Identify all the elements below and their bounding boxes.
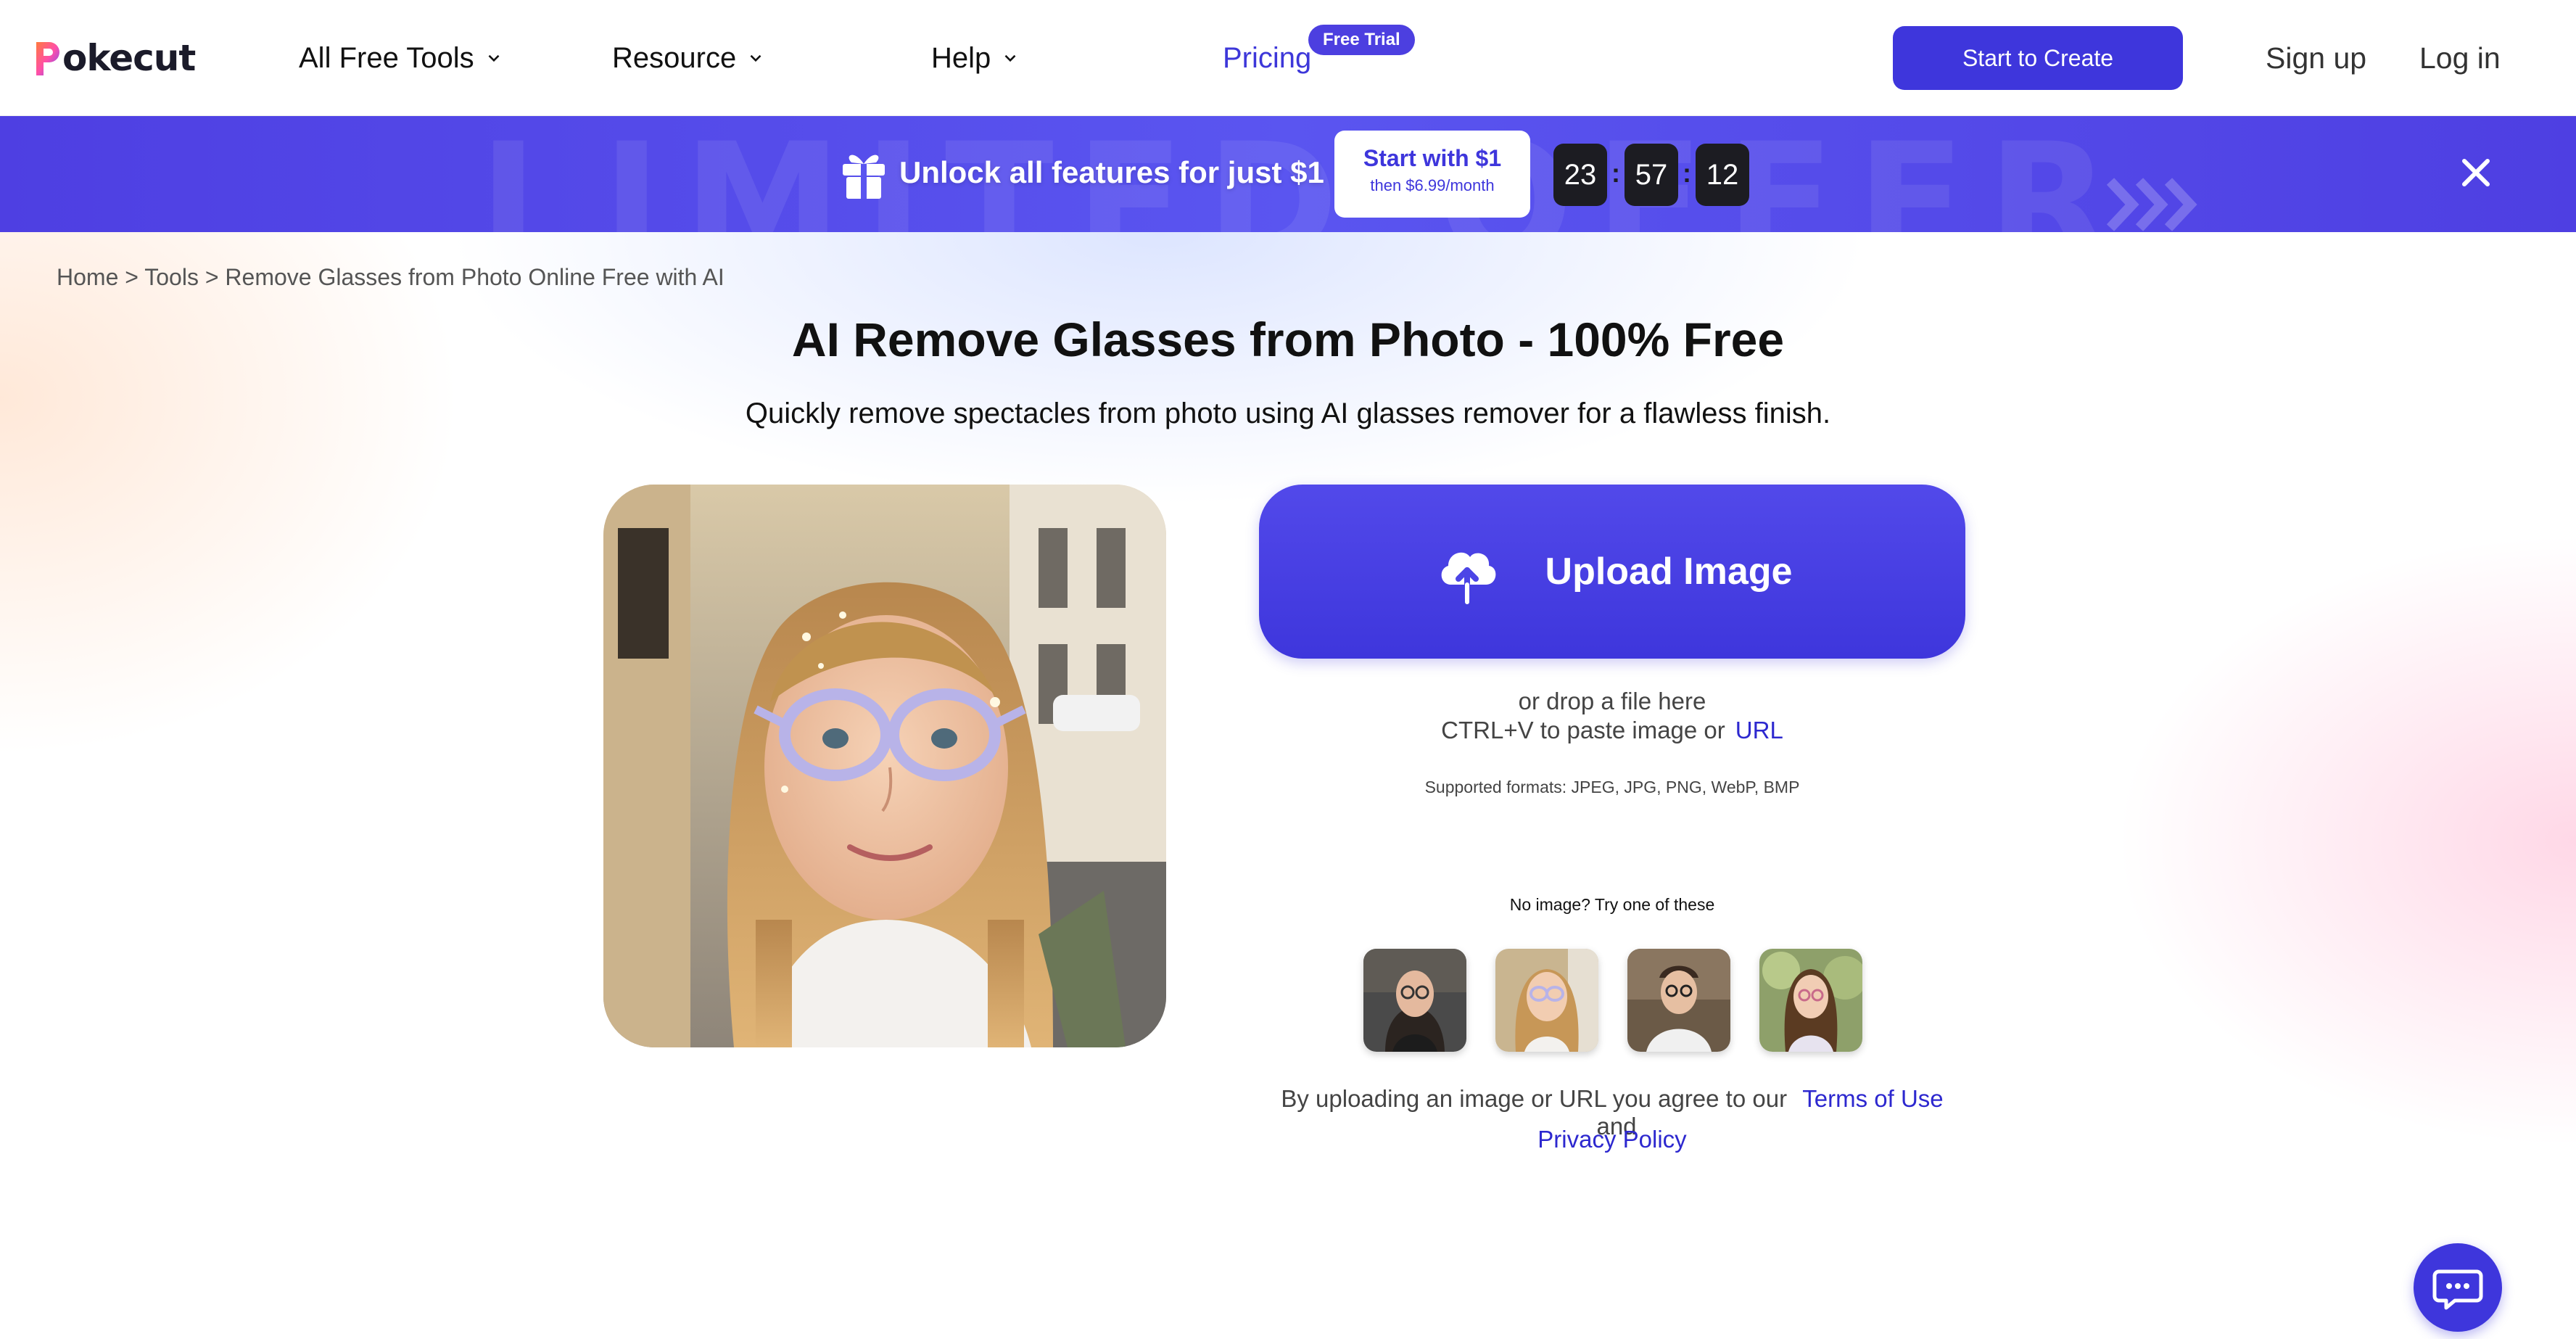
sample-image-4[interactable]: [1759, 949, 1862, 1052]
log-in-link[interactable]: Log in: [2419, 36, 2501, 80]
try-samples-label: No image? Try one of these: [1509, 895, 1715, 914]
page-subtitle: Quickly remove spectacles from photo usi…: [745, 397, 1831, 429]
sample-image-1[interactable]: [1363, 949, 1466, 1052]
cloud-upload-icon: [1441, 552, 1495, 604]
example-photo: [603, 485, 1166, 1047]
nav-all-free-tools-label: All Free Tools: [299, 41, 474, 74]
terms-of-use-link[interactable]: Terms of Use: [1802, 1085, 1943, 1112]
nav-resource[interactable]: Resource: [612, 36, 765, 80]
gift-icon: [843, 154, 885, 199]
timer-minutes: 57: [1625, 144, 1678, 206]
chat-support-button[interactable]: [2414, 1243, 2502, 1332]
sample-image-2[interactable]: [1495, 949, 1598, 1052]
main-content: Home > Tools > Remove Glasses from Photo…: [0, 232, 2576, 1339]
upload-image-button[interactable]: Upload Image: [1259, 485, 1965, 659]
logo-text: okecut: [62, 37, 196, 79]
chat-icon: [2432, 1269, 2483, 1310]
timer-seconds: 12: [1696, 144, 1749, 206]
chevrons-decoration-icon: [2106, 178, 2197, 231]
start-with-1-button[interactable]: Start with $1 then $6.99/month: [1334, 131, 1530, 218]
page-title: AI Remove Glasses from Photo - 100% Free: [791, 313, 1785, 366]
breadcrumb[interactable]: Home > Tools > Remove Glasses from Photo…: [57, 264, 724, 291]
nav-resource-label: Resource: [612, 41, 737, 74]
free-trial-badge: Free Trial: [1308, 25, 1415, 55]
logo-icon: [36, 42, 59, 75]
sample-image-3-illustration: [1627, 949, 1730, 1052]
promo-banner: LIMITED OFFER Unlock all features for ju…: [0, 116, 2576, 232]
pokecut-logo[interactable]: okecut: [33, 36, 196, 80]
cta-main-label: Start with $1: [1363, 145, 1502, 171]
nav-pricing-label: Pricing: [1223, 41, 1312, 74]
sample-image-1-illustration: [1363, 949, 1466, 1052]
example-photo-illustration: [603, 485, 1166, 1047]
nav-pricing[interactable]: Pricing: [1223, 36, 1311, 80]
nav-help-label: Help: [931, 41, 991, 74]
privacy-line: Privacy Policy: [1259, 1126, 1965, 1153]
sign-up-link[interactable]: Sign up: [2266, 36, 2366, 80]
nav-help[interactable]: Help: [931, 36, 1020, 80]
banner-headline: Unlock all features for just $1: [899, 155, 1324, 189]
supported-formats: Supported formats: JPEG, JPG, PNG, WebP,…: [1424, 778, 1800, 796]
sample-image-4-illustration: [1759, 949, 1862, 1052]
timer-separator: :: [1611, 158, 1620, 188]
timer-separator: :: [1683, 158, 1691, 188]
privacy-policy-link[interactable]: Privacy Policy: [1537, 1126, 1686, 1153]
paste-hint-label: CTRL+V to paste image or: [1441, 717, 1725, 743]
url-link[interactable]: URL: [1735, 717, 1783, 743]
chevron-down-icon: [1004, 54, 1016, 62]
close-icon[interactable]: [2459, 155, 2493, 190]
nav-all-free-tools[interactable]: All Free Tools: [299, 36, 503, 80]
sample-image-2-illustration: [1495, 949, 1598, 1052]
chevron-down-icon: [750, 54, 761, 62]
paste-hint: CTRL+V to paste image or URL: [1259, 717, 1965, 744]
cta-sub-label: then $6.99/month: [1370, 176, 1495, 194]
sample-image-3[interactable]: [1627, 949, 1730, 1052]
timer-hours: 23: [1553, 144, 1607, 206]
site-header: okecut All Free Tools Resource Help Pric…: [0, 0, 2576, 116]
chevron-down-icon: [488, 54, 500, 62]
start-to-create-button[interactable]: Start to Create: [1893, 26, 2183, 90]
drop-hint: or drop a file here: [1518, 688, 1706, 714]
terms-prefix: By uploading an image or URL you agree t…: [1281, 1085, 1788, 1112]
upload-image-label: Upload Image: [1545, 551, 1793, 593]
